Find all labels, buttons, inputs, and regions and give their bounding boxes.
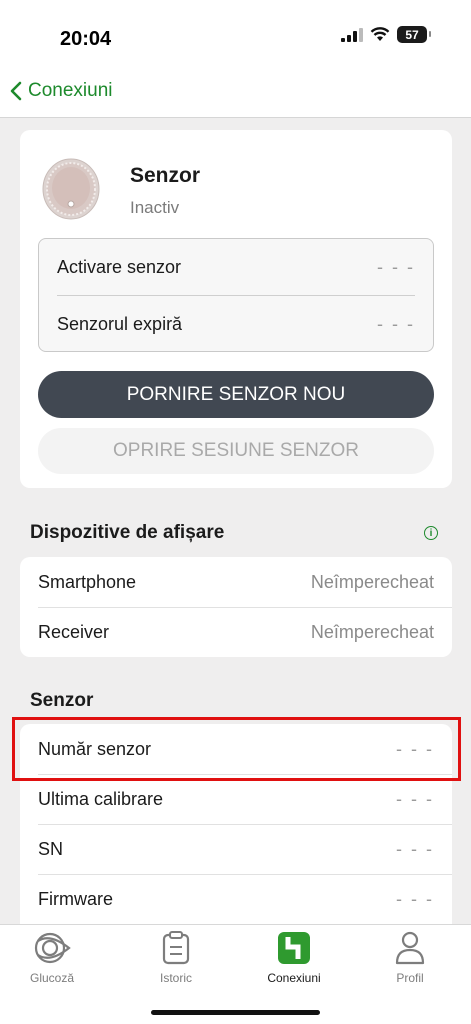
receiver-value: Neîmperecheat [310, 621, 434, 642]
sensor-title: Senzor [130, 164, 201, 187]
expiry-label: Senzorul expiră [57, 313, 183, 334]
glucose-icon [34, 932, 71, 964]
top-bar: 20:04 57 Conexiuni [0, 0, 471, 118]
sensor-card: Senzor Inactiv Activare senzor - - - Sen… [20, 130, 452, 488]
list-item-last-calibration[interactable]: Ultima calibrare - - - [20, 774, 452, 824]
tab-history-label: Istoric [159, 971, 192, 985]
chevron-left-icon [10, 81, 22, 101]
sensor-status: Inactiv [130, 198, 180, 217]
highlight-box [12, 717, 461, 781]
back-button[interactable]: Conexiuni [10, 80, 113, 102]
person-icon [395, 931, 425, 965]
smartphone-value: Neîmperecheat [310, 571, 434, 592]
list-item-firmware[interactable]: Firmware - - - [20, 874, 452, 924]
list-item-receiver[interactable]: Receiver Neîmperecheat [20, 607, 452, 657]
tab-bar: Glucoză Istoric Conexiuni Profil [0, 924, 471, 1024]
home-indicator [151, 1010, 320, 1015]
smartphone-label: Smartphone [38, 571, 137, 592]
sensor-section-title: Senzor [30, 690, 94, 711]
list-item-sn[interactable]: SN - - - [20, 824, 452, 874]
expiry-row: Senzorul expiră - - - [57, 296, 415, 352]
activation-row: Activare senzor - - - [57, 239, 415, 295]
battery-icon: 57 [397, 26, 431, 43]
activation-label: Activare senzor [57, 256, 182, 277]
firmware-label: Firmware [38, 888, 113, 909]
receiver-label: Receiver [38, 621, 110, 642]
last-calibration-value: - - - [396, 788, 434, 809]
stop-sensor-session-button[interactable]: OPRIRE SESIUNE SENZOR [38, 428, 434, 474]
display-devices-title: Dispozitive de afișare [30, 522, 225, 543]
sensor-info-box: Activare senzor - - - Senzorul expiră - … [38, 238, 434, 352]
info-icon[interactable]: i [424, 526, 438, 540]
start-new-sensor-button[interactable]: PORNIRE SENZOR NOU [38, 371, 434, 418]
sn-label: SN [38, 838, 64, 859]
wifi-icon [370, 27, 390, 41]
tab-profile[interactable]: Profil [365, 931, 455, 985]
tab-glucose-label: Glucoză [29, 971, 75, 985]
connections-icon [278, 932, 310, 964]
tab-glucose[interactable]: Glucoză [7, 931, 97, 985]
list-item-smartphone[interactable]: Smartphone Neîmperecheat [20, 557, 452, 607]
activation-value: - - - [377, 256, 415, 277]
last-calibration-label: Ultima calibrare [38, 788, 164, 809]
display-devices-card: Smartphone Neîmperecheat Receiver Neîmpe… [20, 557, 452, 657]
tab-connections-label: Conexiuni [267, 971, 321, 985]
firmware-value: - - - [396, 888, 434, 909]
tab-history[interactable]: Istoric [131, 931, 221, 985]
tab-profile-label: Profil [396, 971, 424, 985]
sensor-device-icon [42, 158, 100, 220]
tab-connections[interactable]: Conexiuni [249, 931, 339, 985]
status-icons: 57 [341, 26, 431, 43]
back-label: Conexiuni [28, 80, 113, 101]
expiry-value: - - - [377, 313, 415, 334]
status-time: 20:04 [60, 28, 112, 50]
clipboard-icon [162, 931, 190, 965]
sn-value: - - - [396, 838, 434, 859]
signal-icon [341, 27, 363, 42]
